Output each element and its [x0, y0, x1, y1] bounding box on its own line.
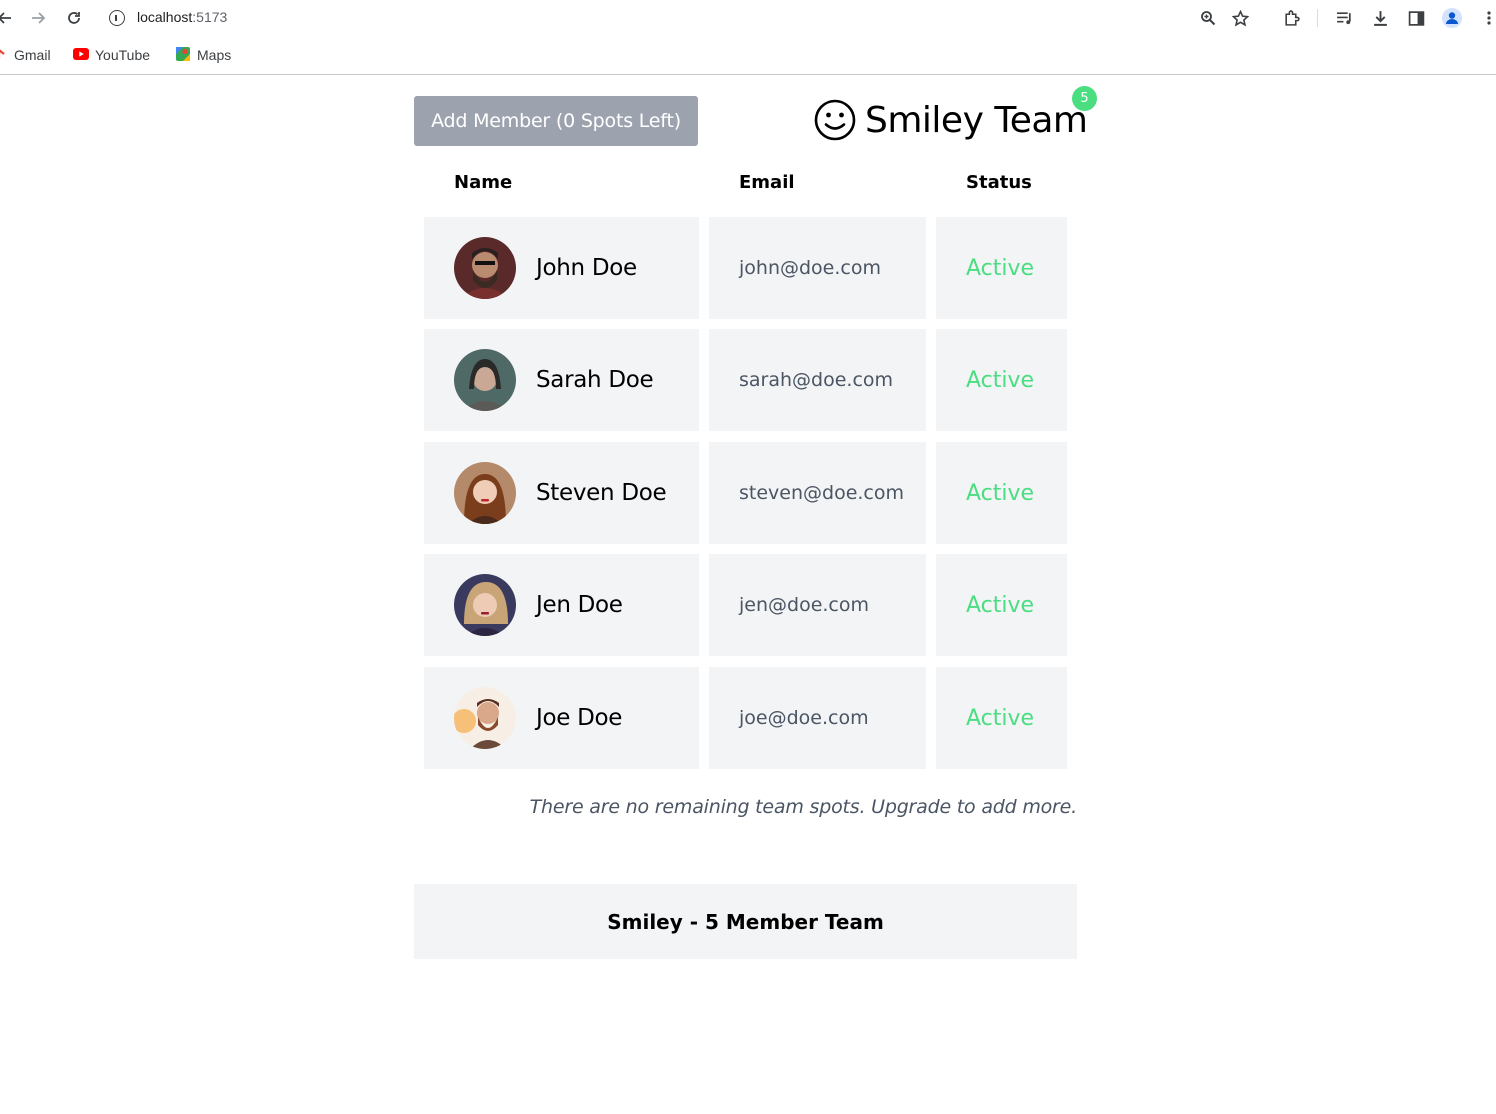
status-badge: Active	[936, 667, 1067, 769]
add-member-button[interactable]: Add Member (0 Spots Left)	[414, 96, 698, 146]
table-row: John Doe john@doe.com Active	[424, 217, 1067, 319]
gmail-icon	[0, 47, 8, 63]
email-cell: john@doe.com	[709, 217, 926, 319]
status-badge: Active	[936, 554, 1067, 656]
email-cell: sarah@doe.com	[709, 329, 926, 431]
column-header-name: Name	[454, 172, 513, 193]
name-cell: Sarah Doe	[424, 329, 699, 431]
email-cell: jen@doe.com	[709, 554, 926, 656]
table-row: Sarah Doe sarah@doe.com Active	[424, 329, 1067, 431]
status-badge: Active	[936, 329, 1067, 431]
column-header-status: Status	[966, 172, 1032, 193]
avatar	[454, 349, 516, 411]
back-icon[interactable]	[0, 7, 16, 29]
downloads-icon[interactable]	[1369, 7, 1391, 29]
url-text: localhost:5173	[137, 9, 228, 25]
avatar	[454, 574, 516, 636]
page-title: Smiley Team	[865, 99, 1088, 141]
bookmark-star-icon[interactable]	[1229, 7, 1251, 29]
browser-menu-icon[interactable]	[1478, 7, 1496, 29]
avatar	[454, 687, 516, 749]
bookmarks-bar: Gmail YouTube Maps	[0, 36, 1496, 75]
member-name: Jen Doe	[536, 592, 623, 618]
team-plan-footer: Smiley - 5 Member Team	[414, 884, 1077, 959]
bookmark-youtube[interactable]: YouTube	[73, 46, 150, 64]
zoom-icon[interactable]	[1197, 7, 1219, 29]
maps-icon	[175, 46, 191, 65]
bookmark-maps[interactable]: Maps	[175, 46, 231, 64]
name-cell: Steven Doe	[424, 442, 699, 544]
member-name: John Doe	[536, 255, 637, 281]
column-header-email: Email	[739, 172, 795, 193]
avatar	[454, 237, 516, 299]
reload-icon[interactable]	[63, 7, 85, 29]
browser-toolbar: localhost:5173	[0, 0, 1496, 36]
avatar	[454, 462, 516, 524]
name-cell: Joe Doe	[424, 667, 699, 769]
member-name: Sarah Doe	[536, 367, 654, 393]
status-badge: Active	[936, 442, 1067, 544]
member-name: Joe Doe	[536, 705, 623, 731]
name-cell: John Doe	[424, 217, 699, 319]
table-row: Steven Doe steven@doe.com Active	[424, 442, 1067, 544]
smiley-icon	[814, 99, 856, 141]
side-panel-icon[interactable]	[1405, 7, 1427, 29]
name-cell: Jen Doe	[424, 554, 699, 656]
email-cell: joe@doe.com	[709, 667, 926, 769]
table-row: Jen Doe jen@doe.com Active	[424, 554, 1067, 656]
no-spots-notice: There are no remaining team spots. Upgra…	[529, 796, 1078, 818]
email-cell: steven@doe.com	[709, 442, 926, 544]
profile-avatar-icon[interactable]	[1441, 7, 1463, 29]
youtube-icon	[73, 47, 89, 63]
address-bar[interactable]: localhost:5173	[98, 2, 1262, 34]
bookmark-gmail[interactable]: Gmail	[0, 46, 51, 64]
member-count-badge: 5	[1072, 86, 1097, 111]
member-name: Steven Doe	[536, 480, 667, 506]
status-badge: Active	[936, 217, 1067, 319]
toolbar-divider	[1317, 9, 1318, 27]
media-control-icon[interactable]	[1333, 7, 1355, 29]
site-info-icon[interactable]	[109, 10, 125, 26]
extensions-icon[interactable]	[1280, 7, 1302, 29]
brand-header: Smiley Team	[814, 92, 1088, 148]
table-row: Joe Doe joe@doe.com Active	[424, 667, 1067, 769]
forward-icon[interactable]	[27, 7, 49, 29]
